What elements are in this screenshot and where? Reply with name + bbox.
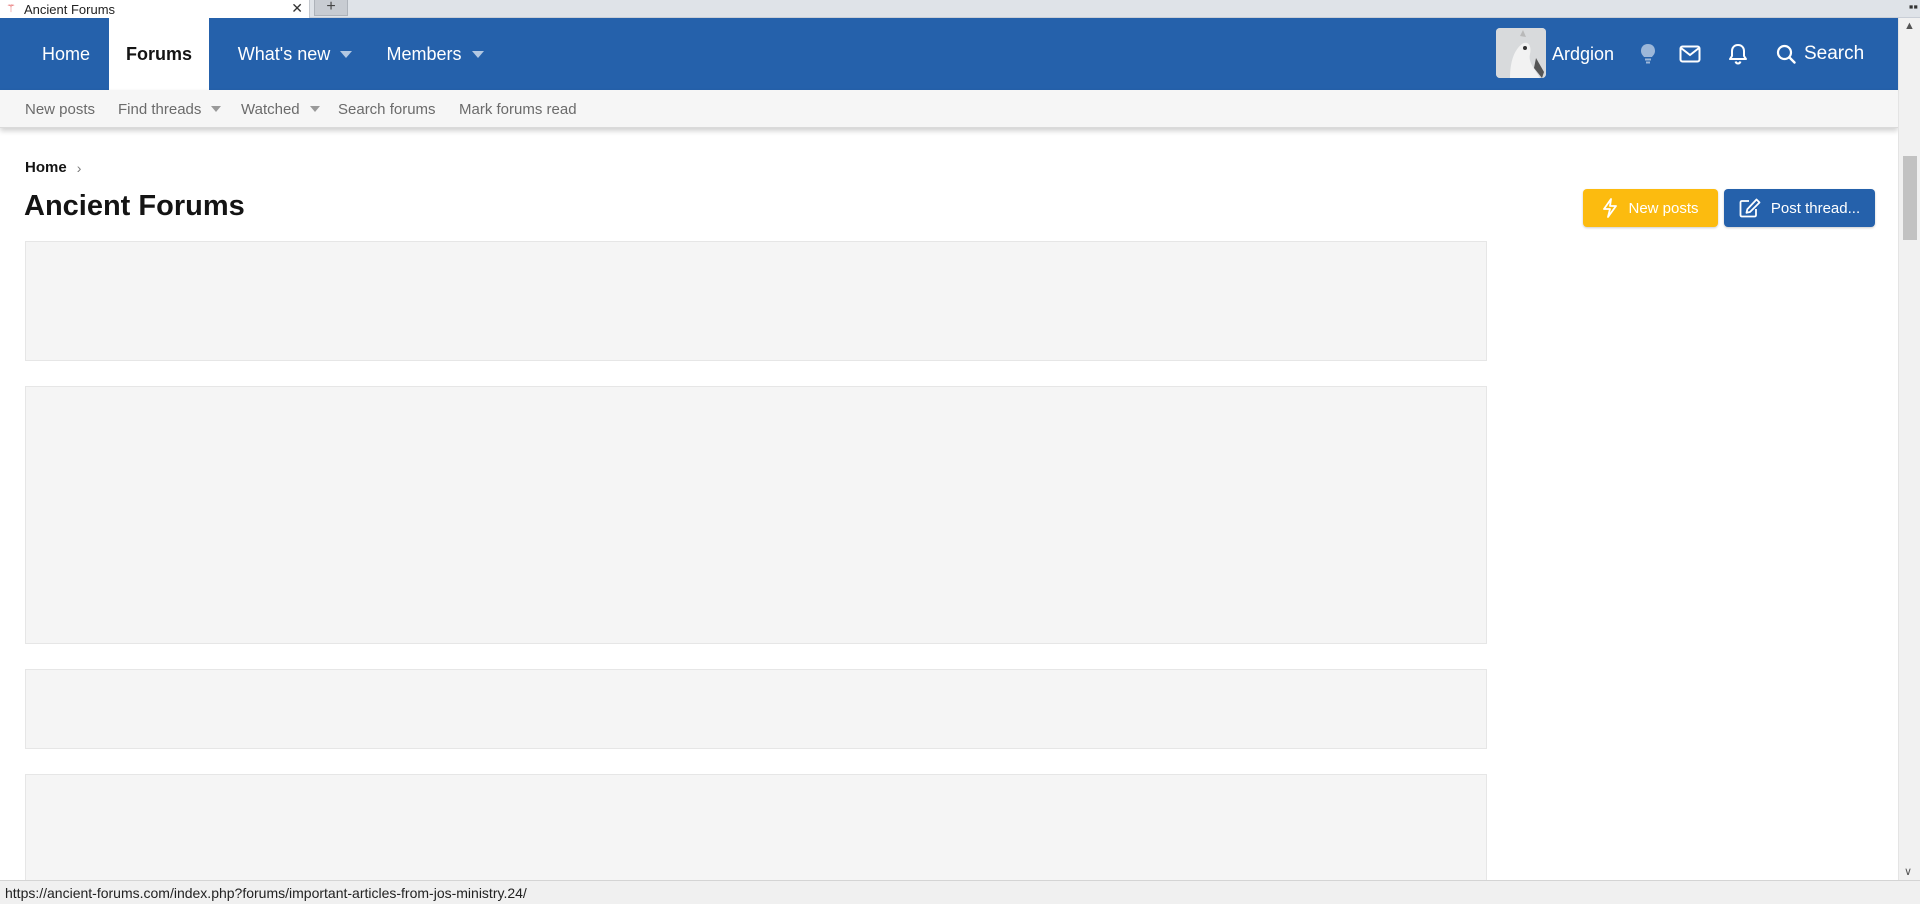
nav-tab-label: What's new [237,43,331,64]
browser-tab-title: Ancient Forums [24,1,116,17]
nav-tab-label: Home [41,43,90,64]
chevron-down-icon[interactable] [211,106,222,112]
scrollbar-thumb[interactable] [1903,156,1917,240]
new-posts-button-label: New posts [1628,199,1699,217]
post-thread-button[interactable]: Post thread... [1724,189,1875,227]
nav-tab-forums[interactable]: Forums [109,18,209,90]
nav-tab-label: Forums [125,43,192,64]
search-icon [1776,44,1796,64]
browser-status-bar: https://ancient-forums.com/index.php?for… [0,880,1920,904]
edit-icon [1739,198,1761,218]
subnav-label: Find threads [118,100,202,118]
post-thread-button-label: Post thread... [1770,199,1861,217]
page-title: Ancient Forums [24,190,245,222]
scroll-up-arrow-icon[interactable]: ▲ [1904,20,1915,32]
subnav-search-forums[interactable]: Search forums [338,90,436,128]
browser-tab[interactable]: ⚚ Ancient Forums ✕ [0,0,310,18]
lightning-bolt-icon [1603,198,1618,218]
bell-icon[interactable] [1726,40,1750,68]
chevron-down-icon[interactable] [471,50,484,58]
subnav-find-threads[interactable]: Find threads [118,90,222,128]
browser-tab-strip: ⚚ Ancient Forums ✕ + ▪▪ [0,0,1920,18]
search-button[interactable]: Search [1776,18,1864,90]
forum-block-placeholder [25,386,1487,644]
lightbulb-icon[interactable] [1636,40,1660,68]
page-scrollbar[interactable]: ▲ ∨ [1898,18,1920,880]
account-username[interactable]: Ardgion [1552,18,1614,90]
forum-block-placeholder [25,774,1487,880]
status-url: https://ancient-forums.com/index.php?for… [5,884,527,901]
forum-block-placeholder [25,241,1487,361]
nav-tab-members[interactable]: Members [371,18,499,90]
new-posts-button[interactable]: New posts [1583,189,1718,227]
subnav-new-posts[interactable]: New posts [25,90,95,128]
scroll-down-arrow-icon[interactable]: ∨ [1904,865,1912,878]
nav-tab-home[interactable]: Home [24,18,108,90]
breadcrumb: Home › [25,159,81,176]
sub-navigation-bar: New posts Find threads Watched Search fo… [0,90,1898,128]
favicon-icon: ⚚ [6,3,16,15]
chevron-right-icon: › [76,159,82,176]
main-navigation-bar: Home Forums What's new Members Ardgion S… [0,18,1898,90]
envelope-icon[interactable] [1678,40,1702,68]
subnav-label: Watched [241,100,300,118]
window-menu-icon[interactable]: ▪▪ [1909,0,1918,14]
chevron-down-icon[interactable] [309,106,320,112]
forum-block-placeholder [25,669,1487,749]
search-label: Search [1804,43,1865,64]
breadcrumb-home[interactable]: Home [25,159,67,176]
avatar-image-icon [1496,28,1546,78]
chevron-down-icon[interactable] [340,50,353,58]
subnav-watched[interactable]: Watched [241,90,320,128]
new-tab-button[interactable]: + [314,0,348,16]
nav-tab-label: Members [386,43,462,64]
nav-tab-whats-new[interactable]: What's new [215,18,375,90]
close-tab-icon[interactable]: ✕ [291,0,303,16]
avatar[interactable] [1496,28,1546,78]
subnav-mark-forums-read[interactable]: Mark forums read [459,90,577,128]
